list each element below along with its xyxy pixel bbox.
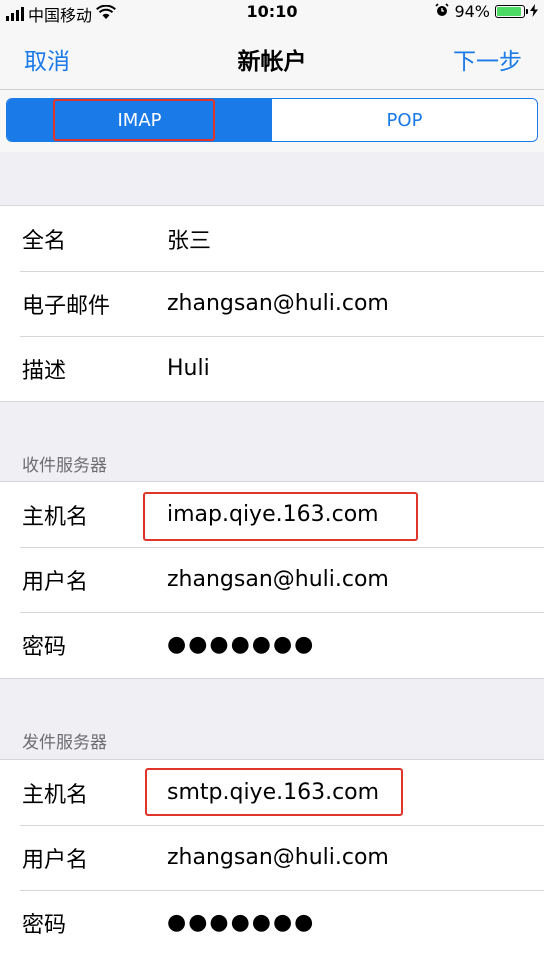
fullname-label: 全名 <box>22 228 67 254</box>
outgoing-server-header: 发件服务器 <box>22 733 107 753</box>
incoming-password-label: 密码 <box>22 634 67 660</box>
nav-bar: 取消 新帐户 下一步 <box>0 26 544 90</box>
email-row[interactable]: 电子邮件 zhangsan@huli.com <box>0 271 544 336</box>
incoming-server-group: 主机名 imap.qiye.163.com 用户名 zhangsan@huli.… <box>0 481 544 679</box>
status-right: 94% <box>435 2 538 21</box>
status-bar: 中国移动 10:10 94% <box>0 0 544 26</box>
description-label: 描述 <box>22 358 67 384</box>
incoming-user-field[interactable]: zhangsan@huli.com <box>167 567 389 592</box>
outgoing-host-field[interactable]: smtp.qiye.163.com <box>167 780 379 805</box>
incoming-user-row[interactable]: 用户名 zhangsan@huli.com <box>0 547 544 612</box>
outgoing-user-row[interactable]: 用户名 zhangsan@huli.com <box>0 825 544 890</box>
outgoing-password-row[interactable]: 密码 ●●●●●●● <box>0 890 544 955</box>
incoming-user-label: 用户名 <box>22 569 89 595</box>
segment-imap[interactable]: IMAP <box>7 99 272 141</box>
description-field[interactable]: Huli <box>167 356 210 381</box>
charging-icon <box>530 2 538 21</box>
alarm-icon <box>435 2 450 21</box>
incoming-password-row[interactable]: 密码 ●●●●●●● <box>0 612 544 677</box>
incoming-password-field[interactable]: ●●●●●●● <box>167 632 315 657</box>
email-label: 电子邮件 <box>22 293 111 319</box>
outgoing-user-label: 用户名 <box>22 847 89 873</box>
incoming-host-row[interactable]: 主机名 imap.qiye.163.com <box>0 482 544 547</box>
incoming-host-field[interactable]: imap.qiye.163.com <box>167 502 379 527</box>
battery-percent: 94% <box>454 2 490 21</box>
outgoing-host-label: 主机名 <box>22 782 89 808</box>
fullname-field[interactable]: 张三 <box>167 223 211 255</box>
fullname-row[interactable]: 全名 张三 <box>0 206 544 271</box>
outgoing-server-group: 主机名 smtp.qiye.163.com 用户名 zhangsan@huli.… <box>0 759 544 958</box>
description-row[interactable]: 描述 Huli <box>0 336 544 401</box>
outgoing-password-label: 密码 <box>22 912 67 938</box>
account-group: 全名 张三 电子邮件 zhangsan@huli.com 描述 Huli <box>0 205 544 402</box>
next-button[interactable]: 下一步 <box>453 42 522 76</box>
incoming-server-header: 收件服务器 <box>22 456 107 476</box>
outgoing-user-field[interactable]: zhangsan@huli.com <box>167 845 389 870</box>
email-field[interactable]: zhangsan@huli.com <box>167 291 389 316</box>
segment-pop[interactable]: POP <box>272 99 537 141</box>
protocol-segmented-control: IMAP POP <box>6 98 538 142</box>
incoming-host-label: 主机名 <box>22 504 89 530</box>
battery-icon <box>495 5 528 18</box>
outgoing-host-row[interactable]: 主机名 smtp.qiye.163.com <box>0 760 544 825</box>
outgoing-password-field[interactable]: ●●●●●●● <box>167 910 315 935</box>
segment-bar: IMAP POP <box>0 90 544 152</box>
